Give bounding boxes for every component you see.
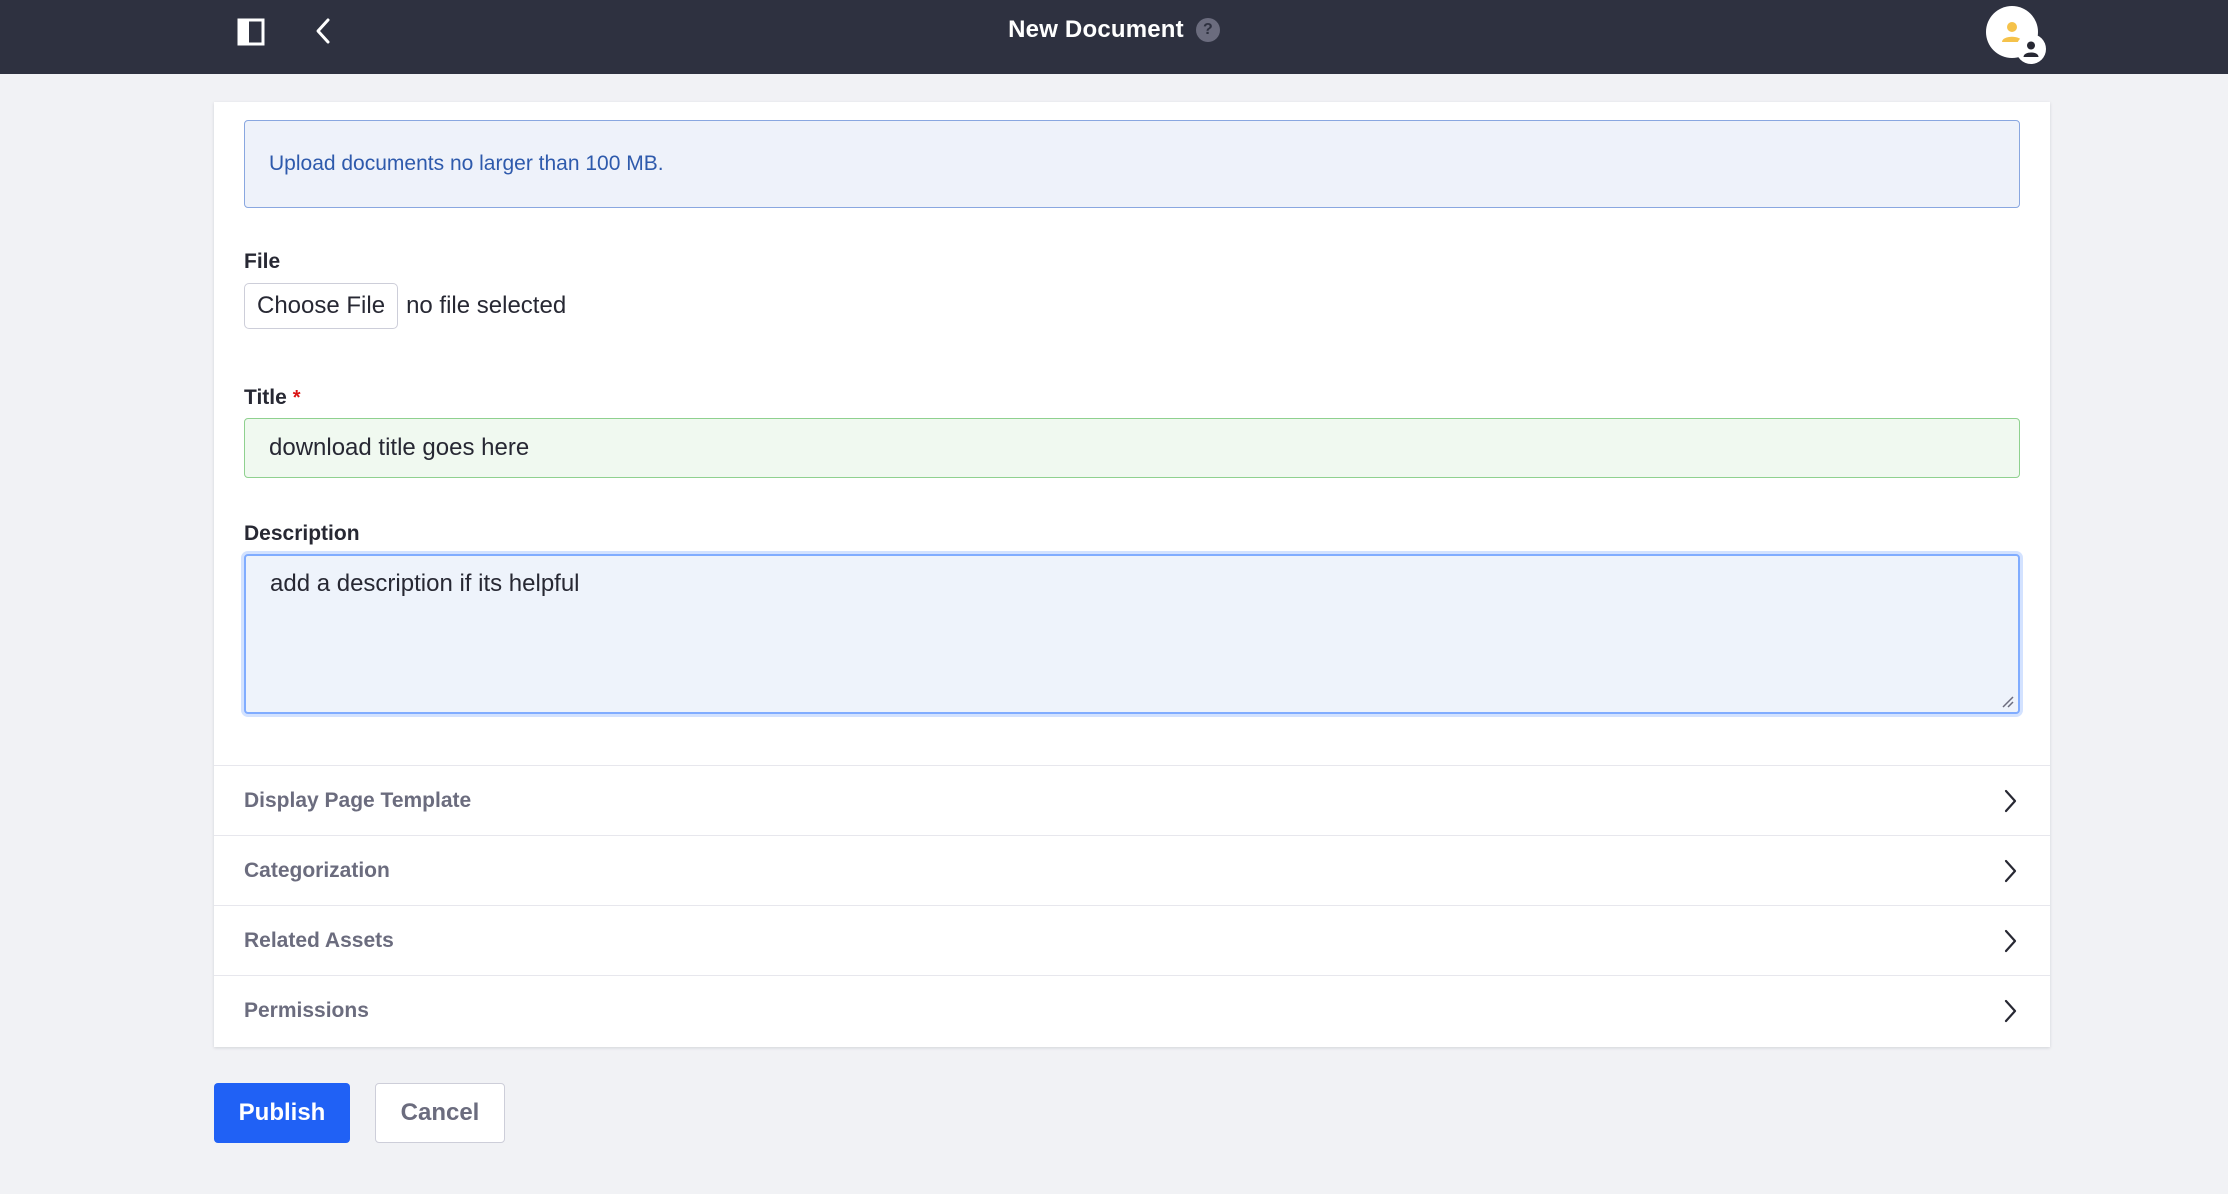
file-status-text: no file selected (406, 292, 567, 319)
description-textarea[interactable]: add a description if its helpful (244, 554, 2020, 714)
chevron-right-icon (2004, 929, 2017, 953)
panel-display-page-template[interactable]: Display Page Template (214, 765, 2050, 835)
panel-related-assets[interactable]: Related Assets (214, 905, 2050, 975)
publish-button[interactable]: Publish (214, 1083, 350, 1143)
file-label: File (244, 250, 281, 273)
required-mark: * (292, 387, 301, 409)
title-label: Title (244, 386, 287, 409)
document-form-card: Upload documents no larger than 100 MB. … (214, 102, 2050, 1047)
panel-label: Display Page Template (244, 788, 472, 812)
chevron-right-icon (2004, 859, 2017, 883)
help-icon[interactable]: ? (1195, 18, 1220, 42)
user-badge-icon (2023, 41, 2039, 57)
panel-categorization[interactable]: Categorization (214, 835, 2050, 905)
chevron-right-icon (2004, 789, 2017, 813)
panel-label: Categorization (244, 858, 390, 882)
description-label: Description (244, 522, 360, 545)
panel-permissions[interactable]: Permissions (214, 975, 2050, 1045)
cancel-button[interactable]: Cancel (375, 1083, 505, 1143)
back-button[interactable] (308, 14, 338, 48)
top-bar: New Document ? (0, 0, 2228, 74)
chevron-left-icon (316, 18, 330, 44)
panel-label: Related Assets (244, 928, 394, 952)
title-label-row: Title * (244, 386, 301, 410)
description-text: add a description if its helpful (270, 570, 580, 597)
user-badge (2016, 34, 2046, 64)
choose-file-button[interactable]: Choose File (244, 283, 399, 329)
resize-grip-icon[interactable] (2000, 694, 2014, 708)
sidebar-toggle-icon (237, 18, 265, 46)
file-picker: Choose File no file selected (244, 283, 566, 329)
sidebar-toggle-button[interactable] (236, 17, 266, 47)
chevron-right-icon (2004, 999, 2017, 1023)
page-title: New Document (1008, 16, 1184, 43)
panel-label: Permissions (244, 998, 369, 1022)
title-input[interactable]: download title goes here (244, 418, 2020, 478)
upload-size-alert: Upload documents no larger than 100 MB. (244, 120, 2020, 208)
